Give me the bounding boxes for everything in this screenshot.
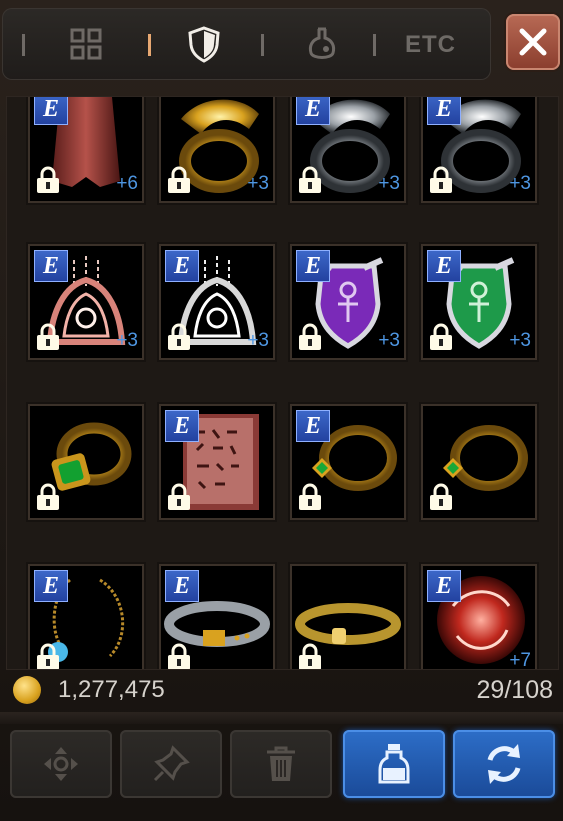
enhance-level: +3 <box>509 173 531 194</box>
lock-icon <box>168 643 190 669</box>
equipped-badge: E <box>34 97 68 125</box>
lock-icon <box>37 643 59 669</box>
inventory-slot[interactable] <box>30 406 142 518</box>
lock-icon <box>168 483 190 510</box>
inventory-capacity: 29/108 <box>476 676 553 704</box>
lock-icon <box>37 323 59 350</box>
tab-consumables[interactable] <box>300 22 344 66</box>
equipped-badge: E <box>165 410 199 442</box>
refresh-button[interactable] <box>453 730 555 798</box>
inventory-slot[interactable]: +3 <box>161 97 273 201</box>
tab-all-items[interactable] <box>64 22 108 66</box>
tab-separator <box>261 34 264 56</box>
inventory-slot[interactable]: E <box>161 406 273 518</box>
equipped-badge: E <box>427 250 461 282</box>
inventory-slot[interactable]: E <box>161 566 273 669</box>
close-icon <box>519 28 547 56</box>
equipped-badge: E <box>34 250 68 282</box>
enhance-level: +3 <box>247 173 269 194</box>
delete-button[interactable] <box>230 730 332 798</box>
enhance-level: +7 <box>509 650 531 670</box>
move-arrows-icon <box>44 747 78 781</box>
pin-button[interactable] <box>120 730 222 798</box>
tab-bar: ETC <box>2 8 491 80</box>
inventory-slot[interactable]: E +7 <box>423 566 535 670</box>
lock-icon <box>299 483 321 510</box>
pin-icon <box>153 745 190 782</box>
enhance-level: +3 <box>509 330 531 351</box>
equipped-badge: E <box>34 570 68 602</box>
inventory-slot[interactable]: E +3 <box>292 246 404 358</box>
lock-icon <box>37 483 59 510</box>
lock-icon <box>168 166 190 193</box>
lock-icon <box>168 323 190 350</box>
tab-equipment[interactable] <box>182 22 226 66</box>
divider <box>0 712 563 724</box>
grid-icon <box>70 28 102 60</box>
tab-separator-active <box>148 34 151 56</box>
shield-icon <box>188 26 220 63</box>
inventory-grid[interactable]: E +6 +3 E +3 E +3 E +3 E +3 E +3 E +3 E … <box>6 96 559 670</box>
lock-icon <box>430 483 452 510</box>
inventory-slot[interactable]: E <box>292 406 404 518</box>
inventory-slot[interactable]: E +3 <box>30 246 142 358</box>
tab-separator <box>373 34 376 56</box>
equipped-badge: E <box>165 250 199 282</box>
refresh-icon <box>487 744 521 784</box>
close-button[interactable] <box>506 14 560 70</box>
enhance-level: +3 <box>247 330 269 351</box>
equipped-badge: E <box>296 250 330 282</box>
gold-amount: 1,277,475 <box>58 676 165 703</box>
trash-icon <box>267 746 295 781</box>
inventory-slot[interactable] <box>292 566 404 669</box>
lock-icon <box>299 323 321 350</box>
lock-icon <box>430 166 452 193</box>
gold-coin-icon <box>13 676 41 704</box>
inventory-slot[interactable]: E <box>30 566 142 669</box>
potion-bottle-icon <box>378 744 410 784</box>
inventory-slot[interactable]: E +6 <box>30 97 142 201</box>
lock-icon <box>37 166 59 193</box>
lock-icon <box>430 323 452 350</box>
tab-separator <box>22 34 25 56</box>
tab-etc[interactable]: ETC <box>405 31 456 59</box>
inventory-slot[interactable]: E +3 <box>292 97 404 201</box>
equipped-badge: E <box>427 570 461 602</box>
inventory-slot[interactable]: E +3 <box>423 246 535 358</box>
potion-icon <box>308 27 336 59</box>
lock-icon <box>299 166 321 193</box>
equipped-badge: E <box>427 97 461 125</box>
inventory-slot[interactable] <box>423 406 535 518</box>
inventory-slot[interactable]: E +3 <box>161 246 273 358</box>
lock-icon <box>299 643 321 669</box>
enhance-level: +3 <box>378 173 400 194</box>
inventory-slot[interactable]: E +3 <box>423 97 535 201</box>
inventory-window: ETC E +6 +3 E +3 E +3 E +3 E +3 E +3 E +… <box>0 0 563 821</box>
equipped-badge: E <box>296 97 330 125</box>
potion-button[interactable] <box>343 730 445 798</box>
move-button[interactable] <box>10 730 112 798</box>
enhance-level: +3 <box>116 330 138 351</box>
enhance-level: +3 <box>378 330 400 351</box>
equipped-badge: E <box>296 410 330 442</box>
enhance-level: +6 <box>116 173 138 194</box>
equipped-badge: E <box>165 570 199 602</box>
